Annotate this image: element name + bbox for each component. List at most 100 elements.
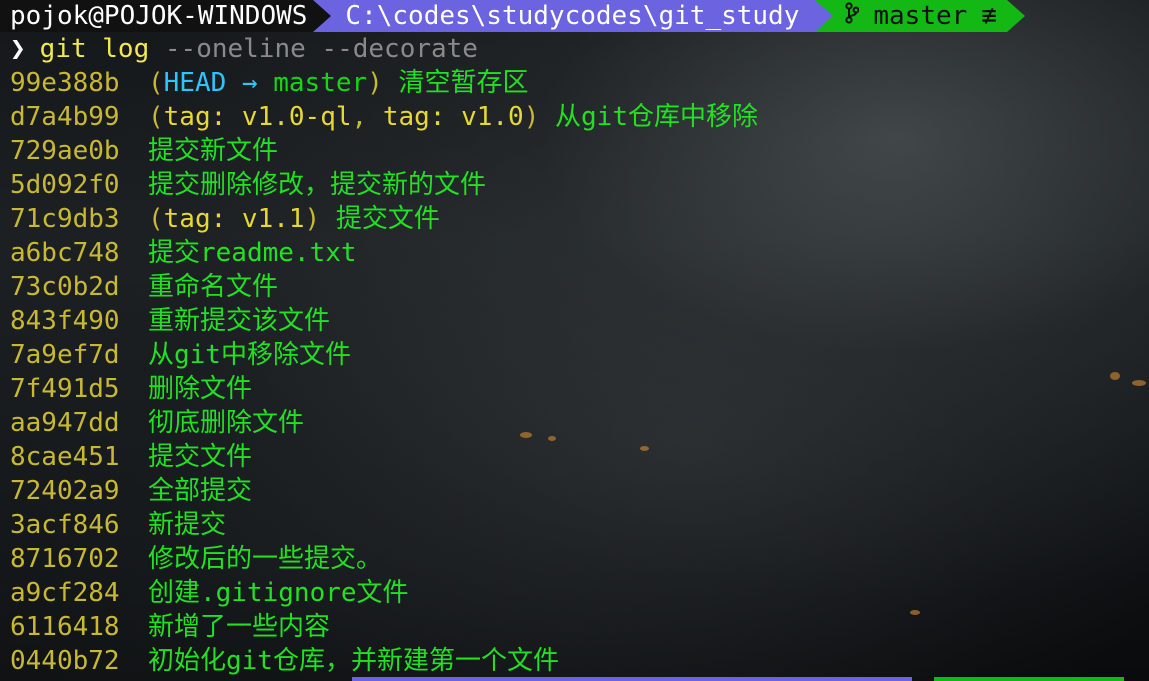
commit-details: 从git中移除文件 bbox=[148, 338, 351, 372]
commit-details: 彻底删除文件 bbox=[148, 406, 304, 440]
ref-paren-close: ) bbox=[523, 102, 556, 132]
prompt-chevron-icon: ❯ bbox=[10, 34, 26, 64]
commit-hash: d7a4b99 bbox=[10, 102, 120, 132]
commit-message: 清空暂存区 bbox=[398, 68, 529, 98]
commit-details: 新提交 bbox=[148, 508, 226, 542]
branch-name: master bbox=[873, 1, 968, 31]
commit-message: 提交文件 bbox=[335, 204, 440, 234]
prompt-user-host: pojok@POJOK-WINDOWS bbox=[0, 0, 314, 32]
terminal-window[interactable]: pojok@POJOK-WINDOWS C:\codes\studycodes\… bbox=[0, 0, 1149, 681]
log-row: d7a4b99 (tag: v1.0-ql, tag: v1.0) 从git仓库中… bbox=[10, 100, 758, 134]
commit-details: 新增了一些内容 bbox=[148, 610, 330, 644]
commit-message: 从git中移除文件 bbox=[148, 340, 351, 370]
prompt-separator bbox=[815, 0, 834, 32]
commit-message: 提交readme.txt bbox=[148, 238, 357, 268]
git-log-output: 99e388b (HEAD → master) 清空暂存区 d7a4b99 (tag:… bbox=[10, 66, 758, 678]
commit-message: 创建.gitignore文件 bbox=[148, 578, 409, 608]
commit-details: 提交新文件 bbox=[148, 134, 278, 168]
commit-message: 修改后的一些提交。 bbox=[148, 544, 383, 574]
commit-hash: 71c9db3 bbox=[10, 204, 120, 234]
commit-message: 重命名文件 bbox=[148, 272, 279, 302]
log-row: 8cae451 提交文件 bbox=[10, 440, 758, 474]
prompt-separator bbox=[1006, 0, 1025, 32]
commit-hash: 72402a9 bbox=[10, 476, 120, 506]
commit-hash: 7f491d5 bbox=[10, 374, 120, 404]
ref-head: HEAD bbox=[163, 68, 227, 98]
log-row: 7f491d5 删除文件 bbox=[10, 372, 758, 406]
prompt-git-status: master ≢ bbox=[833, 0, 1007, 32]
commit-details: 全部提交 bbox=[148, 474, 252, 508]
log-row: a6bc748 提交readme.txt bbox=[10, 236, 758, 270]
log-row: 729ae0b 提交新文件 bbox=[10, 134, 758, 168]
ref-tag: tag: v1.0 bbox=[382, 102, 524, 132]
commit-details: (tag: v1.0-ql, tag: v1.0) 从git仓库中移除 bbox=[148, 100, 758, 134]
ref-arrow: → bbox=[226, 68, 274, 98]
commit-details: 提交文件 bbox=[148, 440, 252, 474]
git-branch-icon bbox=[845, 0, 860, 32]
commit-message: 新增了一些内容 bbox=[148, 612, 331, 642]
commit-message: 初始化git仓库，并新建第一个文件 bbox=[148, 646, 559, 676]
commit-hash: 5d092f0 bbox=[10, 170, 120, 200]
log-row: 0440b72 初始化git仓库，并新建第一个文件 bbox=[10, 644, 758, 678]
commit-details: 重新提交该文件 bbox=[148, 304, 330, 338]
commit-details: 创建.gitignore文件 bbox=[148, 576, 409, 610]
commit-hash: 99e388b bbox=[10, 68, 120, 98]
command-program: git log bbox=[39, 34, 150, 64]
commit-hash: 8cae451 bbox=[10, 442, 120, 472]
commit-hash: 3acf846 bbox=[10, 510, 120, 540]
commit-message: 彻底删除文件 bbox=[148, 408, 305, 438]
commit-hash: a6bc748 bbox=[10, 238, 120, 268]
log-row: 7a9ef7d 从git中移除文件 bbox=[10, 338, 758, 372]
ref-tag: tag: v1.0-ql bbox=[163, 102, 352, 132]
commit-details: 提交readme.txt bbox=[148, 236, 357, 270]
commit-message: 提交文件 bbox=[148, 442, 253, 472]
commit-message: 提交删除修改，提交新的文件 bbox=[148, 170, 487, 200]
commit-details: 重命名文件 bbox=[148, 270, 278, 304]
commit-details: 删除文件 bbox=[148, 372, 252, 406]
commit-hash: aa947dd bbox=[10, 408, 120, 438]
commit-hash: 0440b72 bbox=[10, 646, 120, 676]
commit-hash: a9cf284 bbox=[10, 578, 120, 608]
commit-details: (tag: v1.1) 提交文件 bbox=[148, 202, 440, 236]
prompt-path: C:\codes\studycodes\git_study bbox=[331, 0, 816, 32]
ref-tag: tag: v1.1 bbox=[163, 204, 305, 234]
log-row: aa947dd 彻底删除文件 bbox=[10, 406, 758, 440]
commit-hash: 843f490 bbox=[10, 306, 120, 336]
ref-paren-open: ( bbox=[148, 68, 164, 98]
commit-message: 从git仓库中移除 bbox=[555, 102, 758, 132]
commit-details: 提交删除修改，提交新的文件 bbox=[148, 168, 486, 202]
prompt-separator bbox=[313, 0, 332, 32]
ref-comma: , bbox=[351, 102, 383, 132]
ref-paren-open: ( bbox=[148, 204, 164, 234]
log-row: 71c9db3 (tag: v1.1) 提交文件 bbox=[10, 202, 758, 236]
bottom-git-bar bbox=[934, 677, 1124, 681]
log-row: 8716702 修改后的一些提交。 bbox=[10, 542, 758, 576]
ref-paren-close: ) bbox=[367, 68, 399, 98]
log-row: 72402a9 全部提交 bbox=[10, 474, 758, 508]
log-row: 843f490 重新提交该文件 bbox=[10, 304, 758, 338]
commit-hash: 6116418 bbox=[10, 612, 120, 642]
commit-hash: 729ae0b bbox=[10, 136, 120, 166]
commit-details: 初始化git仓库，并新建第一个文件 bbox=[148, 644, 559, 678]
commit-message: 删除文件 bbox=[148, 374, 253, 404]
log-row: 3acf846 新提交 bbox=[10, 508, 758, 542]
command-line[interactable]: ❯ git log --oneline --decorate bbox=[10, 32, 478, 66]
ref-branch: master bbox=[273, 68, 368, 98]
log-row: 99e388b (HEAD → master) 清空暂存区 bbox=[10, 66, 758, 100]
log-row: a9cf284 创建.gitignore文件 bbox=[10, 576, 758, 610]
commit-message: 新提交 bbox=[148, 510, 227, 540]
ref-paren-close: ) bbox=[304, 204, 336, 234]
log-row: 6116418 新增了一些内容 bbox=[10, 610, 758, 644]
log-row: 73c0b2d 重命名文件 bbox=[10, 270, 758, 304]
ref-paren-open: ( bbox=[148, 102, 164, 132]
commit-message: 全部提交 bbox=[148, 476, 253, 506]
commit-hash: 73c0b2d bbox=[10, 272, 120, 302]
git-status-icon: ≢ bbox=[981, 1, 997, 31]
command-args: --oneline --decorate bbox=[164, 34, 478, 64]
commit-details: 修改后的一些提交。 bbox=[148, 542, 382, 576]
prompt-bar: pojok@POJOK-WINDOWS C:\codes\studycodes\… bbox=[0, 0, 1025, 32]
log-row: 5d092f0 提交删除修改，提交新的文件 bbox=[10, 168, 758, 202]
bottom-path-bar bbox=[352, 677, 912, 681]
commit-message: 提交新文件 bbox=[148, 136, 279, 166]
commit-details: (HEAD → master) 清空暂存区 bbox=[148, 66, 529, 100]
